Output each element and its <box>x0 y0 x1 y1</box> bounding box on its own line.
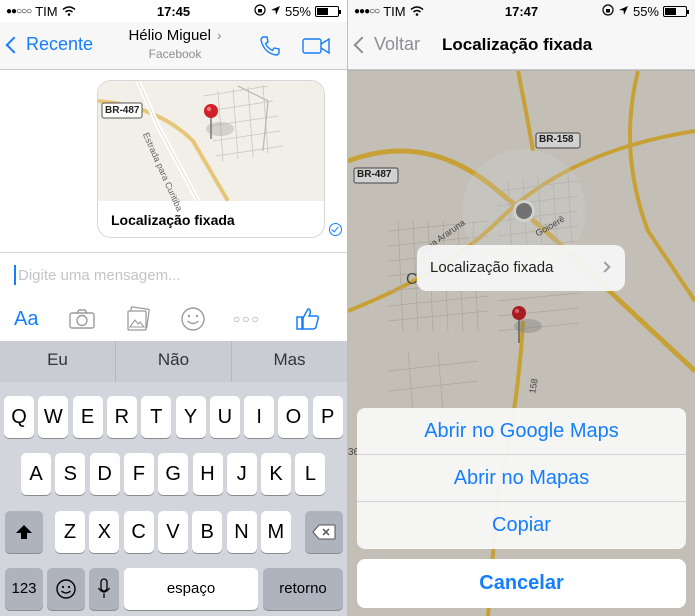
key-i[interactable]: I <box>244 396 275 438</box>
map-road-label: BR-487 <box>105 105 140 116</box>
battery-percent: 55% <box>284 4 311 19</box>
chevron-left-icon <box>5 36 23 53</box>
key-x[interactable]: X <box>89 511 120 553</box>
space-key[interactable]: espaço <box>124 568 258 610</box>
text-caret <box>14 265 16 285</box>
key-h[interactable]: H <box>192 453 223 495</box>
conversation-header: Recente Hélio Miguel › Facebook <box>0 22 347 70</box>
numbers-key[interactable]: 123 <box>5 568 43 610</box>
key-r[interactable]: R <box>106 396 137 438</box>
key-g[interactable]: G <box>158 453 189 495</box>
delivered-check-icon <box>329 223 342 236</box>
map-header: Voltar Localização fixada <box>348 22 695 70</box>
keyboard: Eu Não Mas QWERTYUIOP ASDFGHJKL ZXCVBNM 12… <box>0 341 347 616</box>
back-button[interactable]: Recente <box>5 34 94 55</box>
chevron-right-icon <box>599 261 611 273</box>
battery-fill <box>317 8 328 15</box>
battery-icon <box>315 6 341 17</box>
key-y[interactable]: Y <box>175 396 206 438</box>
like-thumb-icon[interactable] <box>295 304 321 334</box>
shift-key[interactable] <box>5 511 43 553</box>
map-thumbnail: BR-487 Estrada para Curitiba <box>98 81 324 213</box>
key-d[interactable]: D <box>89 453 120 495</box>
chevron-left-icon <box>353 36 371 53</box>
back-label: Voltar <box>374 34 421 54</box>
open-maps-button[interactable]: Abrir no Mapas <box>357 455 686 502</box>
call-icon[interactable] <box>258 34 282 63</box>
callout-label: Localização fixada <box>430 259 554 276</box>
composer-toolbar: Aa ○○○ <box>0 298 347 340</box>
delete-key[interactable] <box>305 511 343 553</box>
video-call-icon[interactable] <box>302 36 330 61</box>
copy-button[interactable]: Copiar <box>357 502 686 549</box>
key-q[interactable]: Q <box>4 396 34 438</box>
emoji-icon[interactable] <box>180 304 206 334</box>
key-c[interactable]: C <box>123 511 154 553</box>
emoji-keyboard-key[interactable] <box>47 568 85 610</box>
key-s[interactable]: S <box>55 453 86 495</box>
location-message[interactable]: BR-487 Estrada para Curitiba Localização… <box>97 80 325 238</box>
key-l[interactable]: L <box>295 453 326 495</box>
key-j[interactable]: J <box>226 453 257 495</box>
suggestion-3[interactable]: Mas <box>232 341 347 382</box>
key-n[interactable]: N <box>226 511 257 553</box>
contact-subtitle: Facebook <box>148 47 202 61</box>
battery-fill <box>665 8 676 15</box>
key-p[interactable]: P <box>312 396 343 438</box>
suggestion-2[interactable]: Não <box>116 341 232 382</box>
key-a[interactable]: A <box>21 453 51 495</box>
contact-name: Hélio Miguel <box>128 27 211 44</box>
key-t[interactable]: T <box>141 396 172 438</box>
cancel-button[interactable]: Cancelar <box>357 559 686 608</box>
message-input[interactable] <box>18 263 328 287</box>
key-v[interactable]: V <box>157 511 188 553</box>
quicktype-bar: Eu Não Mas <box>0 341 347 382</box>
status-bar: ●●●○○ TIM 17:47 55% <box>348 0 695 22</box>
status-bar: ●●○○○ TIM 17:45 55% <box>0 0 347 22</box>
more-options-button[interactable]: ○○○ <box>233 304 261 334</box>
open-google-maps-button[interactable]: Abrir no Google Maps <box>357 408 686 455</box>
back-button[interactable]: Voltar <box>353 34 421 55</box>
location-arrow-icon <box>618 4 629 19</box>
key-w[interactable]: W <box>38 396 69 438</box>
back-label: Recente <box>26 34 94 54</box>
rotation-lock-icon <box>254 4 266 19</box>
location-caption: Localização fixada <box>111 212 235 228</box>
pin-callout[interactable]: Localização fixada <box>417 245 625 291</box>
contact-title[interactable]: Hélio Miguel › Facebook <box>100 27 250 61</box>
key-m[interactable]: M <box>260 511 291 553</box>
text-format-button[interactable]: Aa <box>14 304 38 334</box>
key-f[interactable]: F <box>123 453 154 495</box>
key-o[interactable]: O <box>278 396 309 438</box>
rotation-lock-icon <box>602 4 614 19</box>
suggestion-1[interactable]: Eu <box>0 341 116 382</box>
key-z[interactable]: Z <box>55 511 85 553</box>
camera-icon[interactable] <box>68 304 96 334</box>
key-b[interactable]: B <box>192 511 223 553</box>
messenger-screen: ●●○○○ TIM 17:45 55% Recente Hélio Miguel… <box>0 0 347 616</box>
battery-percent: 55% <box>632 4 659 19</box>
key-e[interactable]: E <box>72 396 103 438</box>
photos-icon[interactable] <box>125 304 151 334</box>
message-composer <box>0 252 347 296</box>
chevron-right-icon: › <box>212 27 222 43</box>
microphone-key[interactable] <box>89 568 119 610</box>
action-sheet: Abrir no Google Maps Abrir no Mapas Copi… <box>357 408 686 549</box>
return-key[interactable]: retorno <box>263 568 343 610</box>
location-arrow-icon <box>270 4 281 19</box>
key-u[interactable]: U <box>209 396 240 438</box>
battery-icon <box>663 6 689 17</box>
page-title: Localização fixada <box>442 35 593 54</box>
key-k[interactable]: K <box>261 453 292 495</box>
map-screen: BR-158 BR-487 Rua Araruna Goioerê 158 C … <box>348 0 695 616</box>
